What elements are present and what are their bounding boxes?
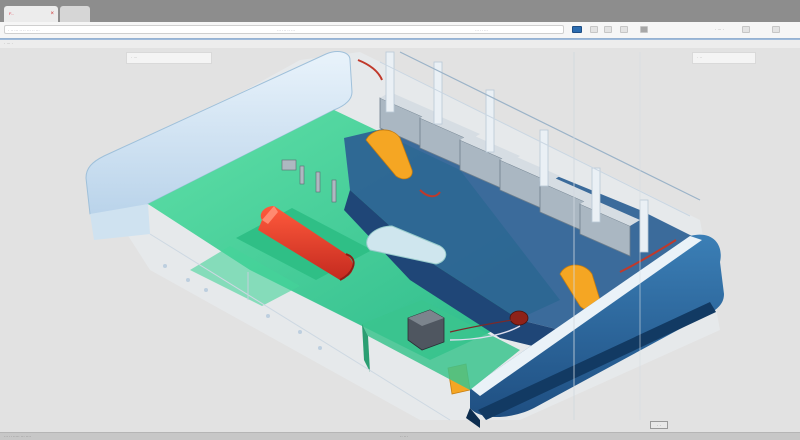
browser-tab-active[interactable]: F... × (4, 6, 58, 22)
browser-tab[interactable] (60, 6, 90, 22)
bookmark-button[interactable] (590, 26, 598, 33)
tab-label: F... (9, 11, 15, 16)
coord-label: · · (657, 423, 661, 428)
extensions-button[interactable] (620, 26, 628, 33)
viewport-3d[interactable]: · ··· · ·· · · (0, 48, 800, 432)
subbar-label: · ··· · (4, 41, 13, 46)
address-bar[interactable]: · ·· ··· ·· ·· ··· ·· ··· ··· ··· ·· ···… (4, 25, 564, 34)
browser-toolbar: · ·· ··· ·· ·· ··· ·· ··· ··· ··· ·· ···… (0, 22, 800, 39)
close-icon[interactable]: × (50, 6, 54, 22)
ship-engine-room-model[interactable] (0, 48, 800, 432)
status-left: ··· ·· ····· ··· ···· (4, 434, 32, 439)
browser-tab-strip: F... × (0, 0, 800, 22)
settings-button[interactable] (742, 26, 750, 33)
toolbar-text: · ··· · (715, 27, 724, 32)
address-mid-text: ··· ··· ·· ··· (277, 28, 295, 33)
coordinate-readout: · · (650, 421, 668, 429)
download-button[interactable] (604, 26, 612, 33)
menu-button[interactable] (772, 26, 780, 33)
share-button[interactable] (572, 26, 582, 33)
profile-button[interactable] (640, 26, 648, 33)
status-mid: ·· ··· (400, 434, 408, 439)
address-text: · ·· ··· ·· ·· ··· ·· ··· (8, 28, 40, 33)
status-bar: ··· ·· ····· ··· ···· ·· ··· (0, 432, 800, 440)
address-right-text: ··· ·· ··· (475, 28, 488, 33)
